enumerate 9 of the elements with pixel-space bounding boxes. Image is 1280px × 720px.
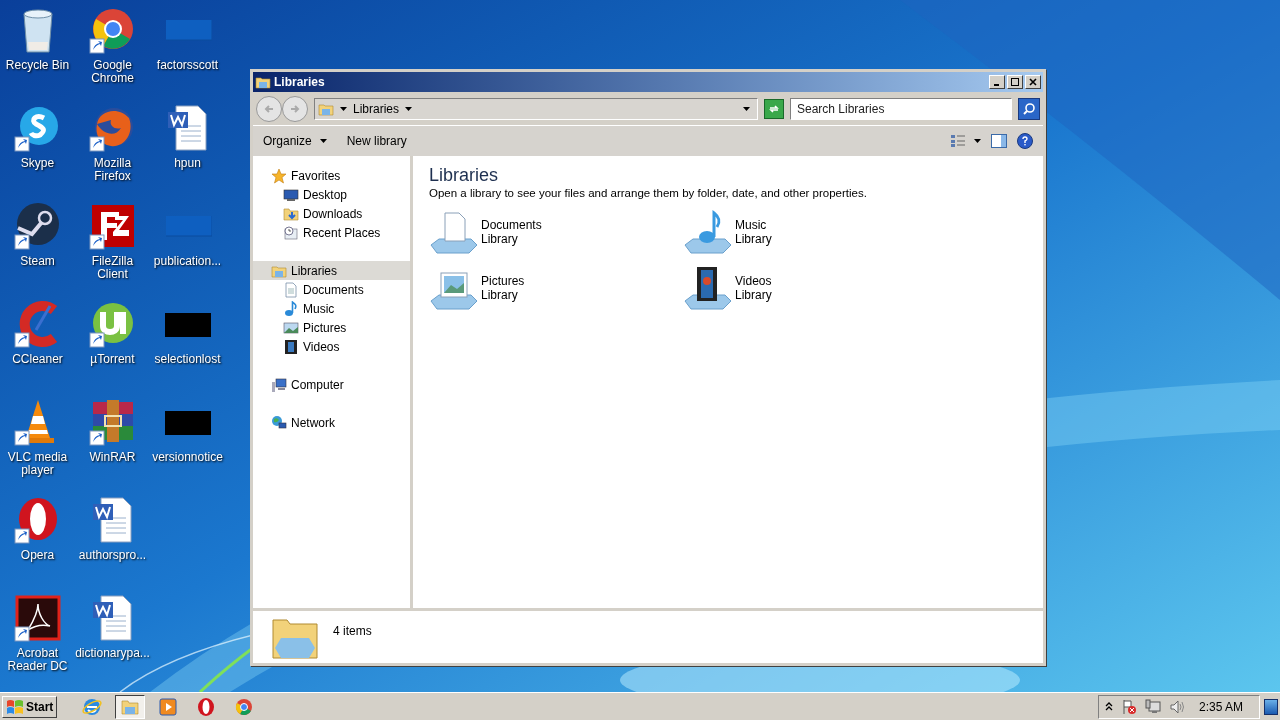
taskbar-app[interactable] <box>115 694 146 719</box>
windows-logo-icon <box>6 698 24 715</box>
flag-error-icon[interactable] <box>1120 698 1137 715</box>
start-button[interactable]: Start <box>2 695 58 718</box>
network-monitor-icon[interactable] <box>1144 698 1161 715</box>
chevron-up-icon[interactable] <box>1104 701 1113 712</box>
clock[interactable]: 2:35 AM <box>1198 697 1243 716</box>
show-desktop-button[interactable] <box>1264 698 1278 715</box>
speaker-icon[interactable] <box>1168 698 1185 715</box>
